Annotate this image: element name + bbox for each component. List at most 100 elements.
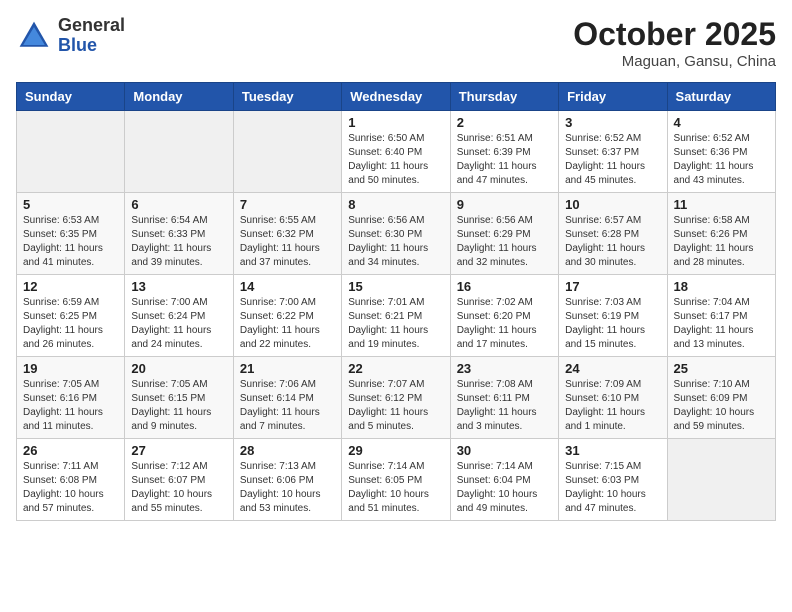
calendar-cell: 16Sunrise: 7:02 AM Sunset: 6:20 PM Dayli… — [450, 275, 558, 357]
logo-text: General Blue — [58, 16, 125, 56]
day-number: 9 — [457, 197, 552, 212]
calendar-cell: 13 Sunrise: 7:00 AM Sunset: 6:24 PM Dayli… — [125, 275, 233, 357]
day-number: 7 — [240, 197, 335, 212]
day-number: 29 — [348, 443, 443, 458]
weekday-header: Friday — [559, 83, 667, 111]
day-info: Sunrise: 7:10 AM Sunset: 6:09 PM Dayligh… — [674, 378, 769, 434]
page-header: General Blue October 2025 Maguan, Gansu,… — [16, 16, 776, 70]
day-number: 30 — [457, 443, 552, 458]
calendar-cell: 1 Sunrise: 6:50 AM Sunset: 6:40 PM Daylig… — [342, 111, 450, 193]
day-info: Sunrise: 7:05 AM Sunset: 6:16 PM Dayligh… — [23, 378, 118, 434]
day-info: Sunrise: 7:11 AM Sunset: 6:08 PM Dayligh… — [23, 460, 118, 516]
day-number: 27 — [131, 443, 226, 458]
logo-general: General — [58, 16, 125, 36]
month-title: October 2025 — [573, 16, 776, 53]
calendar-cell: 23 Sunrise: 7:08 AM Sunset: 6:11 PM Dayli… — [450, 357, 558, 439]
calendar-cell: 10 Sunrise: 6:57 AM Sunset: 6:28 PM Dayli… — [559, 193, 667, 275]
calendar-cell: 19 Sunrise: 7:05 AM Sunset: 6:16 PM Dayli… — [17, 357, 125, 439]
day-info: Sunrise: 6:50 AM Sunset: 6:40 PM Dayligh… — [348, 132, 443, 188]
weekday-header: Thursday — [450, 83, 558, 111]
day-number: 22 — [348, 361, 443, 376]
calendar-cell: 12 Sunrise: 6:59 AM Sunset: 6:25 PM Dayli… — [17, 275, 125, 357]
calendar-cell: 27Sunrise: 7:12 AM Sunset: 6:07 PM Dayli… — [125, 439, 233, 521]
day-number: 25 — [674, 361, 769, 376]
calendar-cell: 6 Sunrise: 6:54 AM Sunset: 6:33 PM Daylig… — [125, 193, 233, 275]
weekday-header: Monday — [125, 83, 233, 111]
calendar-cell: 25 Sunrise: 7:10 AM Sunset: 6:09 PM Dayli… — [667, 357, 775, 439]
title-block: October 2025 Maguan, Gansu, China — [573, 16, 776, 70]
day-number: 31 — [565, 443, 660, 458]
day-info: Sunrise: 7:05 AM Sunset: 6:15 PM Dayligh… — [131, 378, 226, 434]
calendar-cell: 29 Sunrise: 7:14 AM Sunset: 6:05 PM Dayli… — [342, 439, 450, 521]
calendar-cell: 3 Sunrise: 6:52 AM Sunset: 6:37 PM Daylig… — [559, 111, 667, 193]
day-number: 6 — [131, 197, 226, 212]
weekday-header: Tuesday — [233, 83, 341, 111]
calendar-cell: 24 Sunrise: 7:09 AM Sunset: 6:10 PM Dayli… — [559, 357, 667, 439]
day-info: Sunrise: 6:59 AM Sunset: 6:25 PM Dayligh… — [23, 296, 118, 352]
calendar-week-row: 1 Sunrise: 6:50 AM Sunset: 6:40 PM Daylig… — [17, 111, 776, 193]
calendar-cell — [233, 111, 341, 193]
calendar-cell: 22 Sunrise: 7:07 AM Sunset: 6:12 PM Dayli… — [342, 357, 450, 439]
day-number: 20 — [131, 361, 226, 376]
day-number: 28 — [240, 443, 335, 458]
calendar-week-row: 12 Sunrise: 6:59 AM Sunset: 6:25 PM Dayli… — [17, 275, 776, 357]
day-number: 4 — [674, 115, 769, 130]
day-info: Sunrise: 6:55 AM Sunset: 6:32 PM Dayligh… — [240, 214, 335, 270]
day-info: Sunrise: 7:01 AM Sunset: 6:21 PM Dayligh… — [348, 296, 443, 352]
calendar-cell: 11Sunrise: 6:58 AM Sunset: 6:26 PM Dayli… — [667, 193, 775, 275]
day-info: Sunrise: 7:00 AM Sunset: 6:24 PM Dayligh… — [131, 296, 226, 352]
calendar-cell: 15Sunrise: 7:01 AM Sunset: 6:21 PM Dayli… — [342, 275, 450, 357]
calendar-cell: 21Sunrise: 7:06 AM Sunset: 6:14 PM Dayli… — [233, 357, 341, 439]
day-number: 26 — [23, 443, 118, 458]
day-info: Sunrise: 7:03 AM Sunset: 6:19 PM Dayligh… — [565, 296, 660, 352]
day-number: 23 — [457, 361, 552, 376]
calendar-cell: 14Sunrise: 7:00 AM Sunset: 6:22 PM Dayli… — [233, 275, 341, 357]
calendar-week-row: 26 Sunrise: 7:11 AM Sunset: 6:08 PM Dayli… — [17, 439, 776, 521]
day-info: Sunrise: 6:54 AM Sunset: 6:33 PM Dayligh… — [131, 214, 226, 270]
day-number: 18 — [674, 279, 769, 294]
day-info: Sunrise: 7:14 AM Sunset: 6:05 PM Dayligh… — [348, 460, 443, 516]
calendar-cell: 2Sunrise: 6:51 AM Sunset: 6:39 PM Daylig… — [450, 111, 558, 193]
day-info: Sunrise: 7:07 AM Sunset: 6:12 PM Dayligh… — [348, 378, 443, 434]
day-info: Sunrise: 7:15 AM Sunset: 6:03 PM Dayligh… — [565, 460, 660, 516]
calendar-cell: 17Sunrise: 7:03 AM Sunset: 6:19 PM Dayli… — [559, 275, 667, 357]
day-info: Sunrise: 6:58 AM Sunset: 6:26 PM Dayligh… — [674, 214, 769, 270]
weekday-header: Wednesday — [342, 83, 450, 111]
day-number: 3 — [565, 115, 660, 130]
calendar-body: 1 Sunrise: 6:50 AM Sunset: 6:40 PM Daylig… — [17, 111, 776, 521]
calendar-cell — [17, 111, 125, 193]
calendar-header: SundayMondayTuesdayWednesdayThursdayFrid… — [17, 83, 776, 111]
calendar-cell: 30 Sunrise: 7:14 AM Sunset: 6:04 PM Dayli… — [450, 439, 558, 521]
calendar-cell: 8 Sunrise: 6:56 AM Sunset: 6:30 PM Daylig… — [342, 193, 450, 275]
day-info: Sunrise: 6:51 AM Sunset: 6:39 PM Dayligh… — [457, 132, 552, 188]
day-info: Sunrise: 7:06 AM Sunset: 6:14 PM Dayligh… — [240, 378, 335, 434]
day-info: Sunrise: 6:53 AM Sunset: 6:35 PM Dayligh… — [23, 214, 118, 270]
weekday-header: Saturday — [667, 83, 775, 111]
day-info: Sunrise: 7:09 AM Sunset: 6:10 PM Dayligh… — [565, 378, 660, 434]
day-number: 13 — [131, 279, 226, 294]
day-info: Sunrise: 6:56 AM Sunset: 6:30 PM Dayligh… — [348, 214, 443, 270]
day-number: 1 — [348, 115, 443, 130]
calendar-cell: 18Sunrise: 7:04 AM Sunset: 6:17 PM Dayli… — [667, 275, 775, 357]
calendar-cell: 20 Sunrise: 7:05 AM Sunset: 6:15 PM Dayli… — [125, 357, 233, 439]
day-number: 12 — [23, 279, 118, 294]
day-number: 10 — [565, 197, 660, 212]
day-number: 24 — [565, 361, 660, 376]
calendar-cell: 5 Sunrise: 6:53 AM Sunset: 6:35 PM Daylig… — [17, 193, 125, 275]
location: Maguan, Gansu, China — [573, 53, 776, 70]
weekday-row: SundayMondayTuesdayWednesdayThursdayFrid… — [17, 83, 776, 111]
logo-icon — [16, 18, 52, 54]
day-info: Sunrise: 6:52 AM Sunset: 6:36 PM Dayligh… — [674, 132, 769, 188]
day-number: 5 — [23, 197, 118, 212]
day-info: Sunrise: 6:52 AM Sunset: 6:37 PM Dayligh… — [565, 132, 660, 188]
day-info: Sunrise: 6:57 AM Sunset: 6:28 PM Dayligh… — [565, 214, 660, 270]
day-number: 19 — [23, 361, 118, 376]
calendar-cell: 7 Sunrise: 6:55 AM Sunset: 6:32 PM Daylig… — [233, 193, 341, 275]
day-info: Sunrise: 7:13 AM Sunset: 6:06 PM Dayligh… — [240, 460, 335, 516]
day-info: Sunrise: 7:02 AM Sunset: 6:20 PM Dayligh… — [457, 296, 552, 352]
day-info: Sunrise: 7:08 AM Sunset: 6:11 PM Dayligh… — [457, 378, 552, 434]
calendar-week-row: 19 Sunrise: 7:05 AM Sunset: 6:16 PM Dayli… — [17, 357, 776, 439]
logo: General Blue — [16, 16, 125, 56]
day-info: Sunrise: 7:14 AM Sunset: 6:04 PM Dayligh… — [457, 460, 552, 516]
day-number: 8 — [348, 197, 443, 212]
